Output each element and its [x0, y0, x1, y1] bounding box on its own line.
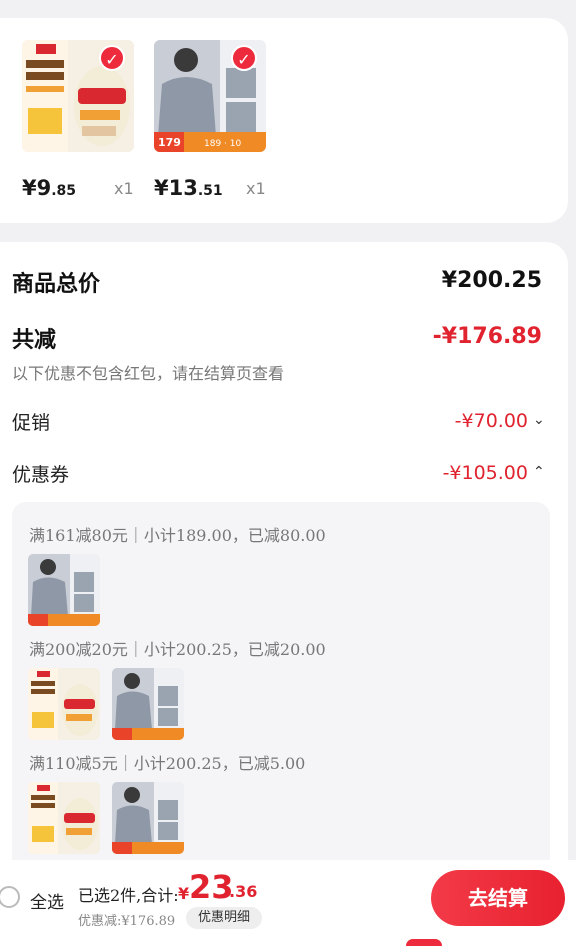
checked-icon[interactable]: ✓: [231, 45, 257, 71]
total-reduction-value: -¥176.89: [432, 324, 542, 349]
checkout-bar: 全选 已选2件,合计: ¥ 23 .36 优惠减:¥176.89 优惠明细 去结…: [0, 860, 576, 946]
promotion-label[interactable]: 促销: [12, 408, 50, 435]
select-all-label[interactable]: 全选: [30, 888, 64, 913]
total-currency: ¥: [178, 884, 190, 903]
svg-text:179: 179: [158, 136, 181, 149]
total-price-value: ¥200.25: [441, 268, 542, 293]
chevron-down-icon[interactable]: ⌄: [533, 412, 545, 428]
coupon-rule-text: 满110减5元｜小计200.25，已减5.00: [29, 754, 306, 773]
discount-detail-button[interactable]: 优惠明细: [186, 907, 262, 929]
product-quantity: x1: [114, 179, 134, 198]
product-price: ¥13.51: [154, 176, 223, 200]
discount-note: 以下优惠不包含红包，请在结算页查看: [12, 364, 285, 383]
promotion-value[interactable]: -¥70.00: [455, 410, 528, 432]
product-jar-image: [28, 668, 100, 740]
discount-summary: 优惠减:¥176.89: [78, 914, 176, 929]
total-integer: 23: [189, 868, 234, 906]
select-all-radio[interactable]: [0, 886, 20, 908]
total-price-label: 商品总价: [12, 271, 101, 297]
notification-badge: [406, 939, 442, 946]
chevron-up-icon[interactable]: ⌃: [533, 464, 545, 480]
product-quantity: x1: [246, 179, 266, 198]
price-detail-card: 商品总价 ¥200.25 共减 -¥176.89 以下优惠不包含红包，请在结算页…: [0, 242, 568, 946]
total-reduction-label: 共减: [12, 327, 57, 353]
coupon-detail-panel: 满161减80元｜小计189.00，已减80.00 满200减20元｜小计200…: [12, 502, 550, 922]
coupon-label[interactable]: 优惠券: [12, 460, 69, 487]
product-jar-image: [28, 782, 100, 854]
product-price: ¥9.85: [22, 176, 77, 200]
total-decimal: .36: [229, 882, 258, 901]
coupon-rule-text: 满161减80元｜小计189.00，已减80.00: [29, 526, 326, 545]
checkout-button[interactable]: 去结算: [431, 870, 565, 926]
coupon-rule-text: 满200减20元｜小计200.25，已减20.00: [29, 640, 326, 659]
product-jacket-image: [112, 782, 184, 854]
product-jacket-image: [28, 554, 100, 626]
coupon-value[interactable]: -¥105.00: [443, 462, 528, 484]
product-jacket-image: [112, 668, 184, 740]
svg-text:189 · 10: 189 · 10: [204, 139, 241, 149]
selected-products-card: ✓ 179 189 · 10 ✓ ¥9.85 x1 ¥13.51 x1: [0, 18, 568, 223]
checked-icon[interactable]: ✓: [99, 45, 125, 71]
selected-summary: 已选2件,合计:: [78, 886, 179, 905]
